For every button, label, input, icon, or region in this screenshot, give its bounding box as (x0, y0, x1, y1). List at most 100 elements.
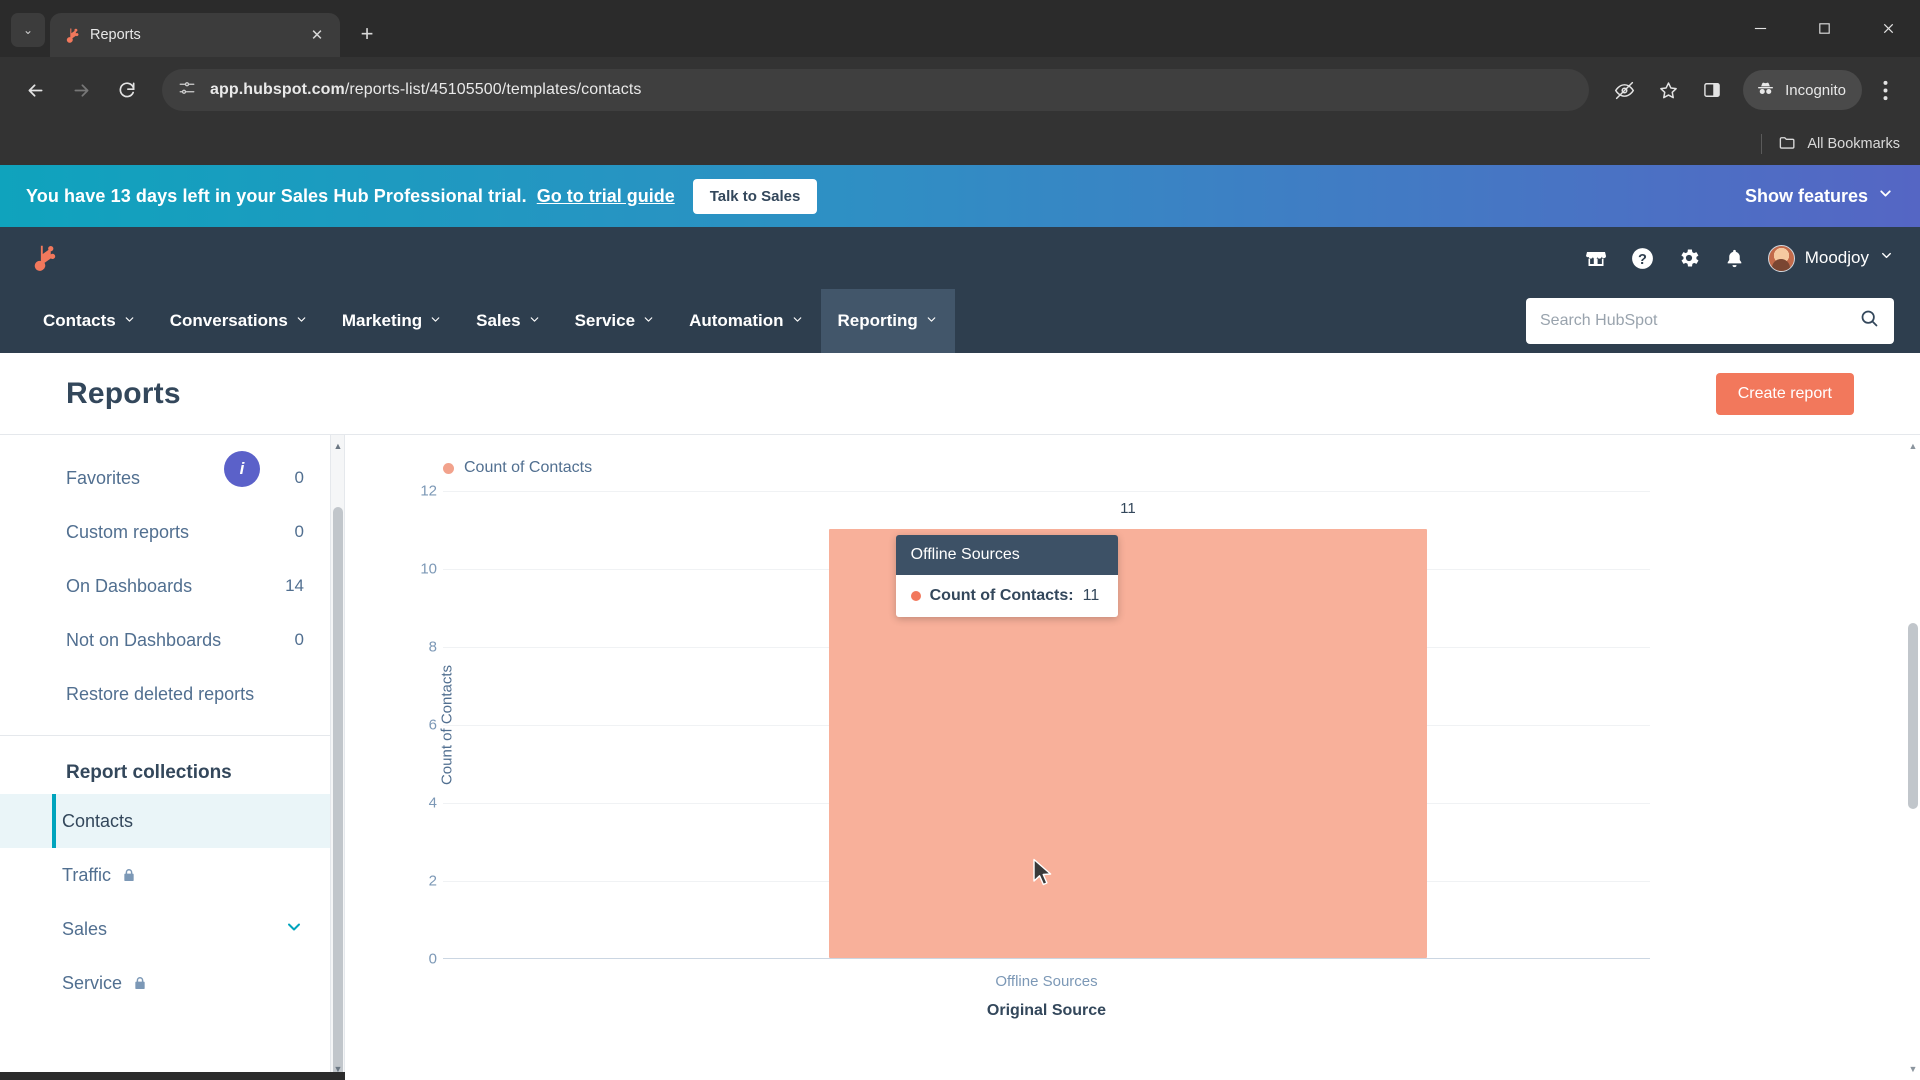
scroll-up-icon[interactable]: ▲ (331, 437, 344, 455)
sidebar-scrollbar-thumb[interactable] (333, 507, 343, 1080)
nav-item-conversations[interactable]: Conversations (153, 289, 325, 353)
browser-window: ⌄ Reports ✕ + app.hubspot.com/reports-li… (0, 0, 1920, 1080)
sidebar-item-favorites[interactable]: Favorites 0 (0, 451, 344, 505)
new-tab-button[interactable]: + (350, 17, 384, 51)
nav-item-sales[interactable]: Sales (459, 289, 557, 353)
info-badge-icon[interactable]: i (224, 451, 260, 487)
page-scrollbar[interactable]: ▲ ▼ (1906, 435, 1920, 1080)
chrome-menu-icon[interactable] (1864, 69, 1906, 111)
window-close-icon[interactable] (1856, 0, 1920, 57)
chevron-down-icon (429, 311, 442, 331)
nav-label: Marketing (341, 311, 423, 330)
nav-label: Reporting (837, 311, 918, 330)
sidebar-item-label: Favorites (66, 467, 141, 488)
address-bar-url: app.hubspot.com/reports-list/45105500/te… (210, 81, 642, 98)
sidebar-item-count: 14 (285, 576, 304, 595)
side-panel-icon[interactable] (1691, 69, 1733, 111)
browser-tab-title: Reports (90, 27, 141, 43)
chevron-down-icon (642, 311, 655, 331)
report-chart-panel: Count of Contacts Count of Contacts 12 1… (345, 435, 1920, 1080)
page-header: Reports Create report (0, 353, 1920, 435)
user-menu[interactable]: Moodjoy (1767, 244, 1894, 272)
search-icon[interactable] (1859, 308, 1880, 334)
sidebar-filter-list: Favorites 0 Custom reports 0 On Dashboar… (0, 435, 344, 721)
scroll-up-icon[interactable]: ▲ (1906, 437, 1920, 455)
bookmark-star-icon[interactable] (1647, 69, 1689, 111)
sidebar-item-custom-reports[interactable]: Custom reports 0 (0, 505, 344, 559)
create-report-button[interactable]: Create report (1715, 372, 1854, 415)
chevron-down-icon (925, 311, 938, 331)
x-axis-title: Original Source (986, 1002, 1107, 1019)
marketplace-icon[interactable] (1584, 246, 1608, 270)
chevron-down-icon[interactable] (284, 917, 304, 942)
bookmarks-bar: All Bookmarks (0, 123, 1920, 165)
show-features-label: Show features (1744, 185, 1868, 206)
minimize-icon[interactable] (1728, 0, 1792, 57)
talk-to-sales-button[interactable]: Talk to Sales (692, 178, 818, 214)
search-input[interactable] (1540, 312, 1859, 330)
all-bookmarks-label[interactable]: All Bookmarks (1807, 136, 1900, 152)
search-box[interactable] (1526, 298, 1894, 344)
y-axis-tick: 6 (428, 716, 437, 734)
address-bar[interactable]: app.hubspot.com/reports-list/45105500/te… (162, 69, 1590, 111)
y-axis-tick: 10 (420, 560, 437, 578)
nav-item-marketing[interactable]: Marketing (325, 289, 459, 353)
chevron-down-icon (123, 311, 136, 331)
incognito-indicator[interactable]: Incognito (1743, 70, 1862, 110)
sidebar-item-not-on-dashboards[interactable]: Not on Dashboards 0 (0, 613, 344, 667)
browser-tab-reports[interactable]: Reports ✕ (50, 13, 340, 57)
collection-label: Service (62, 972, 123, 993)
page-content: Favorites 0 Custom reports 0 On Dashboar… (0, 435, 1920, 1080)
tracking-protection-icon[interactable] (1603, 69, 1645, 111)
sidebar-item-on-dashboards[interactable]: On Dashboards 14 (0, 559, 344, 613)
scroll-down-icon[interactable]: ▼ (1906, 1060, 1920, 1078)
hubspot-logo-icon[interactable] (26, 241, 60, 275)
tooltip-metric-label: Count of Contacts: (929, 587, 1074, 605)
legend-item-label[interactable]: Count of Contacts (464, 459, 592, 477)
y-axis-tick: 4 (428, 794, 437, 812)
site-settings-icon[interactable] (178, 79, 196, 102)
close-icon[interactable]: ✕ (306, 24, 328, 46)
folder-icon (1778, 133, 1797, 156)
nav-label: Sales (476, 311, 521, 330)
incognito-icon (1755, 78, 1776, 103)
nav-item-service[interactable]: Service (558, 289, 673, 353)
maximize-icon[interactable] (1792, 0, 1856, 57)
sidebar-item-label: On Dashboards (66, 575, 193, 596)
nav-item-contacts[interactable]: Contacts (26, 289, 153, 353)
legend-color-swatch (443, 462, 454, 474)
show-features-button[interactable]: Show features (1745, 185, 1894, 207)
chevron-down-icon (295, 311, 308, 331)
sidebar-collection-traffic[interactable]: Traffic (0, 848, 344, 902)
chevron-down-icon (791, 311, 804, 331)
gear-icon[interactable] (1677, 246, 1701, 270)
nav-item-automation[interactable]: Automation (672, 289, 820, 353)
sidebar-collection-contacts[interactable]: Contacts (0, 794, 344, 848)
sidebar-scrollbar[interactable]: ▲ ▼ (330, 435, 344, 1080)
sidebar-collection-sales[interactable]: Sales (0, 902, 344, 956)
chevron-down-icon (1877, 185, 1894, 207)
notifications-bell-icon[interactable] (1723, 247, 1746, 270)
sidebar-item-restore-deleted-reports[interactable]: Restore deleted reports (0, 667, 344, 721)
tooltip-color-dot (910, 591, 921, 602)
trial-guide-link[interactable]: Go to trial guide (537, 186, 675, 207)
back-icon[interactable] (14, 69, 56, 111)
sidebar-item-label: Not on Dashboards (66, 629, 222, 650)
help-icon[interactable]: ? (1630, 246, 1655, 271)
browser-toolbar: app.hubspot.com/reports-list/45105500/te… (0, 57, 1920, 123)
page-scrollbar-thumb[interactable] (1908, 623, 1918, 809)
y-axis-tick: 2 (428, 872, 437, 890)
bar-value-label: 11 (1120, 500, 1136, 517)
y-axis-tick: 8 (428, 638, 437, 656)
reload-icon[interactable] (106, 69, 148, 111)
tab-search-chevron-icon[interactable]: ⌄ (11, 13, 45, 47)
nav-item-reporting[interactable]: Reporting (820, 289, 955, 353)
sidebar-collection-service[interactable]: Service (0, 956, 344, 1010)
chevron-down-icon (528, 311, 541, 331)
sidebar-item-label: Restore deleted reports (66, 683, 255, 704)
collection-label: Sales (62, 918, 108, 939)
tooltip-body: Count of Contacts: 11 (895, 575, 1118, 618)
sidebar-item-count: 0 (294, 468, 304, 487)
x-axis-tick-label: Offline Sources (995, 973, 1098, 990)
page-title: Reports (66, 376, 181, 410)
